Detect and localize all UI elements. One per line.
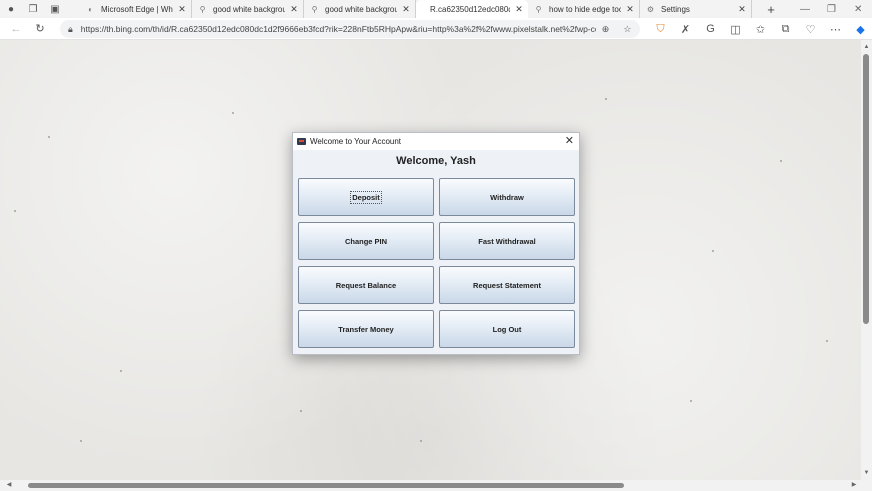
texture-speck (690, 400, 692, 402)
scroll-down-icon[interactable]: ▼ (861, 468, 872, 478)
request-balance-button[interactable]: Request Balance (298, 266, 434, 304)
close-icon[interactable]: ✕ (177, 4, 187, 15)
address-bar[interactable]: 🔒︎ https://th.bing.com/th/id/R.ca62350d1… (60, 20, 640, 38)
favorite-star-icon[interactable]: ☆ (623, 24, 631, 35)
tab-label: Settings (661, 4, 690, 14)
scrollbar-corner (861, 480, 872, 491)
deposit-button[interactable]: Deposit (298, 178, 434, 216)
close-icon[interactable]: ✕ (514, 4, 524, 15)
texture-speck (605, 98, 607, 100)
search-icon: ⚲ (311, 4, 318, 14)
texture-speck (712, 250, 714, 252)
texture-speck (826, 340, 828, 342)
texture-speck (14, 210, 16, 212)
scroll-right-icon[interactable]: ▶ (849, 480, 859, 491)
tab-image-active[interactable]: R.ca62350d12edc080dc1 ✕ (416, 0, 528, 18)
tab-label: R.ca62350d12edc080dc1 (430, 4, 510, 14)
deposit-label: Deposit (350, 190, 382, 204)
change-pin-button[interactable]: Change PIN (298, 222, 434, 260)
vertical-scrollbar[interactable]: ▲ ▼ (861, 40, 872, 480)
scroll-up-icon[interactable]: ▲ (861, 42, 872, 52)
withdraw-button[interactable]: Withdraw (439, 178, 575, 216)
back-icon[interactable]: ← (4, 18, 28, 40)
transfer-money-button[interactable]: Transfer Money (298, 310, 434, 348)
tab-label: Microsoft Edge | What's (101, 4, 173, 14)
tab-search-1[interactable]: ⚲ good white background ✕ (192, 0, 304, 18)
welcome-heading: Welcome, Yash (396, 155, 476, 167)
restore-icon[interactable]: ❐ (827, 0, 836, 18)
texture-speck (420, 440, 422, 442)
horizontal-scroll-thumb[interactable] (28, 483, 624, 488)
vertical-scroll-thumb[interactable] (863, 54, 869, 324)
request-statement-label: Request Statement (473, 280, 541, 290)
log-out-label: Log Out (492, 324, 522, 334)
withdraw-label: Withdraw (490, 192, 524, 202)
tab-label: good white background (213, 4, 285, 14)
texture-speck (232, 112, 234, 114)
window-close-icon[interactable]: ✕ (854, 0, 862, 18)
tab-search-2[interactable]: ⚲ good white background ✕ (304, 0, 416, 18)
vertical-tabs-icon[interactable]: ▣ (44, 0, 66, 18)
dialog-title-bar[interactable]: Welcome to Your Account ✕ (293, 133, 579, 150)
log-out-button[interactable]: Log Out (439, 310, 575, 348)
tab-strip: ● ❐ ▣ ◐ Microsoft Edge | What's ✕ ⚲ good… (0, 0, 872, 18)
tab-search-3[interactable]: ⚲ how to hide edge toolba ✕ (528, 0, 640, 18)
lock-icon[interactable]: 🔒︎ (68, 24, 73, 35)
shield-extension-icon[interactable]: ⛉ (648, 18, 673, 40)
java-app-icon (297, 138, 306, 145)
request-balance-label: Request Balance (335, 280, 397, 290)
gear-icon: ⚙ (646, 4, 655, 14)
close-icon[interactable]: ✕ (737, 4, 747, 15)
change-pin-label: Change PIN (344, 236, 388, 246)
favorites-icon[interactable]: ✩ (748, 18, 773, 40)
dialog-close-icon[interactable]: ✕ (565, 134, 574, 149)
x-extension-icon[interactable]: ✗ (673, 18, 698, 40)
zoom-icon[interactable]: ⊕ (602, 24, 610, 35)
extension-icon[interactable]: G (698, 18, 723, 40)
browser-essentials-icon[interactable]: ♡ (798, 18, 823, 40)
refresh-icon[interactable]: ↻ (28, 18, 52, 40)
horizontal-scrollbar[interactable]: ◀ ▶ (0, 480, 861, 491)
texture-speck (300, 410, 302, 412)
texture-speck (48, 136, 50, 138)
navigation-bar: ← ↻ 🔒︎ https://th.bing.com/th/id/R.ca623… (0, 18, 872, 40)
transfer-money-label: Transfer Money (338, 324, 394, 334)
dialog-title: Welcome to Your Account (310, 137, 402, 146)
tab-label: how to hide edge toolba (549, 4, 621, 14)
workspaces-icon[interactable]: ❐ (22, 0, 44, 18)
new-tab-icon[interactable]: + (760, 2, 782, 17)
collections-icon[interactable]: ⧉ (773, 18, 798, 40)
fast-withdrawal-button[interactable]: Fast Withdrawal (439, 222, 575, 260)
split-screen-icon[interactable]: ◫ (723, 18, 748, 40)
close-icon[interactable]: ✕ (289, 4, 299, 15)
close-icon[interactable]: ✕ (401, 4, 411, 15)
minimize-icon[interactable]: — (800, 0, 810, 18)
search-icon: ⚲ (199, 4, 206, 14)
texture-speck (80, 440, 82, 442)
texture-speck (780, 160, 782, 162)
edge-icon: ◐ (88, 4, 93, 14)
request-statement-button[interactable]: Request Statement (439, 266, 575, 304)
account-dialog: Welcome to Your Account ✕ Welcome, Yash … (292, 132, 580, 355)
search-icon: ⚲ (535, 4, 542, 14)
fast-withdrawal-label: Fast Withdrawal (478, 236, 536, 246)
close-icon[interactable]: ✕ (625, 4, 635, 15)
url-text[interactable]: https://th.bing.com/th/id/R.ca62350d12ed… (81, 24, 596, 34)
profile-icon[interactable]: ● (0, 0, 22, 18)
action-button-grid: Deposit Withdraw Change PIN Fast Withdra… (298, 178, 575, 348)
scroll-left-icon[interactable]: ◀ (4, 480, 14, 491)
tab-microsoft-edge[interactable]: ◐ Microsoft Edge | What's ✕ (80, 0, 192, 18)
more-menu-icon[interactable]: ⋯ (823, 18, 848, 40)
texture-speck (120, 370, 122, 372)
tab-settings[interactable]: ⚙ Settings ✕ (640, 0, 752, 18)
toolbar-right: ⛉ ✗ G ◫ ✩ ⧉ ♡ ⋯ ◆ (648, 18, 872, 40)
tab-label: good white background (325, 4, 397, 14)
copilot-icon[interactable]: ◆ (848, 18, 872, 40)
